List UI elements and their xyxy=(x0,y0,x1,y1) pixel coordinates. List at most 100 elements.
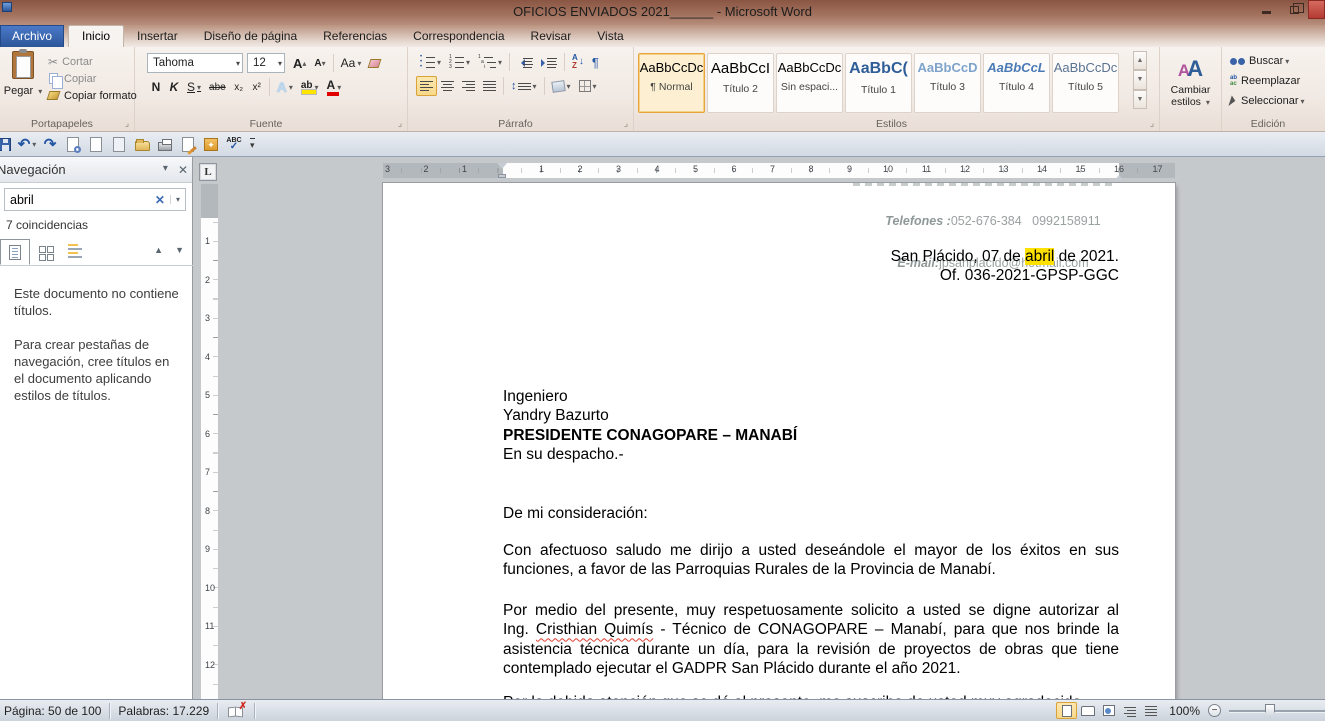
decrease-indent-button[interactable] xyxy=(513,52,537,72)
strikethrough-button[interactable]: abe xyxy=(205,77,230,97)
tab-vista[interactable]: Vista xyxy=(584,26,636,47)
v-ruler[interactable]: 123456789101112 xyxy=(201,184,218,699)
zoom-slider[interactable] xyxy=(1229,710,1325,712)
h-ruler[interactable]: 3211234567891011121314151617 xyxy=(383,163,1175,178)
subscript-button[interactable]: x₂ xyxy=(230,77,248,97)
tab-correspondencia[interactable]: Correspondencia xyxy=(400,26,517,47)
open-button[interactable] xyxy=(132,135,152,153)
addin-button[interactable]: ✦ xyxy=(201,135,221,153)
navigation-search-box[interactable]: abril ✕ ▾ xyxy=(4,188,186,211)
word-count[interactable]: Palabras: 17.229 xyxy=(110,704,217,718)
search-input[interactable]: abril xyxy=(5,193,150,207)
change-case-button[interactable]: Aa▾ xyxy=(337,53,366,73)
replace-button[interactable]: abacReemplazar xyxy=(1230,72,1324,90)
tab-diseno[interactable]: Diseño de página xyxy=(191,26,310,47)
cut-button[interactable]: ✂Cortar xyxy=(48,53,137,70)
save-button[interactable] xyxy=(0,135,14,153)
clear-search-icon[interactable]: ✕ xyxy=(150,193,170,207)
zoom-level[interactable]: 100% xyxy=(1161,704,1208,718)
print-preview-button[interactable] xyxy=(63,135,83,153)
style-sin-espaciado[interactable]: AaBbCcDcSin espaci... xyxy=(776,53,843,113)
bold-button[interactable]: N xyxy=(147,77,165,97)
align-right-button[interactable] xyxy=(458,76,479,96)
web-layout-view-button[interactable] xyxy=(1098,702,1119,719)
font-color-button[interactable]: A▾ xyxy=(323,77,346,97)
superscript-button[interactable]: x² xyxy=(248,77,266,97)
italic-button[interactable]: K xyxy=(165,77,183,97)
copy-button[interactable]: Copiar xyxy=(48,70,137,87)
style-titulo5[interactable]: AaBbCcDcTítulo 5 xyxy=(1052,53,1119,113)
align-left-button[interactable] xyxy=(416,76,437,96)
style-titulo3[interactable]: AaBbCcDTítulo 3 xyxy=(914,53,981,113)
browse-headings-tab[interactable] xyxy=(0,239,30,265)
align-center-button[interactable] xyxy=(437,76,458,96)
next-result-icon[interactable]: ▼ xyxy=(175,245,184,255)
style-normal[interactable]: AaBbCcDc¶ Normal xyxy=(638,53,705,113)
show-marks-button[interactable]: ¶ xyxy=(588,52,603,72)
zoom-out-button[interactable]: − xyxy=(1208,704,1221,717)
bullets-button[interactable]: • • • ▾ xyxy=(416,52,445,72)
tab-insertar[interactable]: Insertar xyxy=(124,26,191,47)
style-titulo2[interactable]: AaBbCcITítulo 2 xyxy=(707,53,774,113)
tab-referencias[interactable]: Referencias xyxy=(310,26,400,47)
pane-menu-icon[interactable]: ▾ xyxy=(163,163,168,177)
grow-font-button[interactable]: A▴ xyxy=(289,53,310,73)
multilevel-list-button[interactable]: 1 a i ▾ xyxy=(474,52,506,72)
dialog-launcher-icon[interactable]: ⌟ xyxy=(621,119,631,129)
paste-button[interactable]: Pegar ▾ xyxy=(2,51,44,117)
edit-document-button[interactable] xyxy=(178,135,198,153)
print-layout-view-button[interactable] xyxy=(1056,702,1077,719)
outline-view-button[interactable] xyxy=(1119,702,1140,719)
quick-print-button[interactable] xyxy=(155,135,175,153)
redo-button[interactable]: ↷ xyxy=(40,135,60,153)
zoom-slider-thumb[interactable] xyxy=(1265,704,1275,718)
font-size-combo[interactable]: 12▾ xyxy=(247,53,285,73)
browse-results-tab[interactable] xyxy=(60,239,90,265)
dialog-launcher-icon[interactable]: ⌟ xyxy=(1147,119,1157,129)
browse-pages-tab[interactable] xyxy=(30,239,60,265)
search-options-icon[interactable]: ▾ xyxy=(170,195,185,204)
tab-archivo[interactable]: Archivo xyxy=(0,25,64,47)
dialog-launcher-icon[interactable]: ⌟ xyxy=(395,119,405,129)
select-button[interactable]: Seleccionar▾ xyxy=(1230,92,1324,110)
draft-view-button[interactable] xyxy=(1140,702,1161,719)
previous-result-icon[interactable]: ▲ xyxy=(154,245,163,255)
numbering-button[interactable]: 1 2 3 ▾ xyxy=(445,52,474,72)
tab-revisar[interactable]: Revisar xyxy=(518,26,585,47)
shrink-font-button[interactable]: A▾ xyxy=(310,53,329,73)
increase-indent-button[interactable] xyxy=(537,52,561,72)
clear-formatting-button[interactable] xyxy=(365,53,389,73)
gallery-more-button[interactable]: ▼ xyxy=(1133,90,1147,109)
style-titulo4[interactable]: AaBbCcLTítulo 4 xyxy=(983,53,1050,113)
underline-button[interactable]: S▾ xyxy=(183,77,205,97)
sort-button[interactable]: AZ↓ xyxy=(568,52,588,72)
undo-button[interactable]: ↶▾ xyxy=(17,135,37,153)
page-indicator[interactable]: Página: 50 de 100 xyxy=(0,704,109,718)
justify-button[interactable] xyxy=(479,76,500,96)
fullscreen-reading-view-button[interactable] xyxy=(1077,702,1098,719)
minimize-button[interactable] xyxy=(1252,0,1280,19)
highlight-color-button[interactable]: ab▾ xyxy=(297,77,323,97)
proofing-errors-icon[interactable]: ✗ xyxy=(228,705,244,717)
toolbar-options-button[interactable]: ▾ xyxy=(250,138,255,151)
tab-selector-button[interactable]: L xyxy=(199,163,217,181)
style-titulo1[interactable]: AaBbC(Título 1 xyxy=(845,53,912,113)
shading-button[interactable]: ▾ xyxy=(548,76,575,96)
change-styles-button[interactable]: AA Cambiarestilos ▾ xyxy=(1160,47,1222,131)
text-effects-button[interactable]: A▾ xyxy=(273,77,297,97)
find-button[interactable]: Buscar▾ xyxy=(1230,52,1324,70)
tab-inicio[interactable]: Inicio xyxy=(68,25,124,47)
left-indent-marker[interactable] xyxy=(498,174,506,178)
close-button[interactable] xyxy=(1308,0,1325,19)
gallery-scroll-up[interactable]: ▲ xyxy=(1133,51,1147,70)
spelling-button[interactable]: ABC✓ xyxy=(224,135,244,153)
restore-button[interactable] xyxy=(1280,0,1308,19)
document-page[interactable]: Telefones :052-676-384 0992158911 E-mail… xyxy=(383,183,1175,699)
attach-file-button[interactable] xyxy=(109,135,129,153)
new-document-button[interactable] xyxy=(86,135,106,153)
borders-button[interactable]: ▾ xyxy=(575,76,601,96)
format-painter-button[interactable]: Copiar formato xyxy=(48,87,137,104)
gallery-scroll-down[interactable]: ▼ xyxy=(1133,70,1147,89)
font-family-combo[interactable]: Tahoma▾ xyxy=(147,53,243,73)
line-spacing-button[interactable]: ↕▾ xyxy=(507,76,541,96)
